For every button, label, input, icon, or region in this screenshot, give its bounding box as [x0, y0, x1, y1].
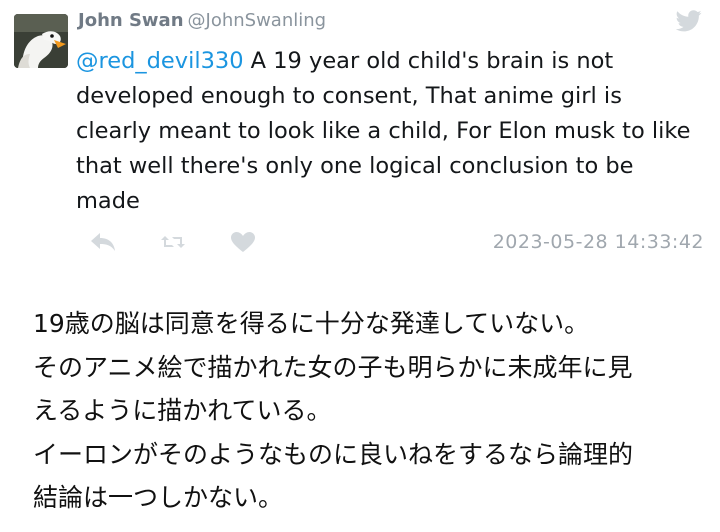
avatar[interactable]: [14, 14, 68, 68]
heart-icon: [231, 232, 255, 252]
swan-avatar-image: [14, 14, 68, 68]
user-handle[interactable]: @JohnSwanling: [188, 10, 327, 31]
reply-icon: [91, 233, 115, 251]
retweet-button[interactable]: [158, 229, 188, 255]
reply-button[interactable]: [88, 229, 118, 255]
translation-line: えるように描かれている。: [33, 396, 332, 425]
japanese-translation: 19歳の脳は同意を得るに十分な発達していない。 そのアニメ絵で描かれた女の子も明…: [33, 302, 713, 520]
translation-line: イーロンがそのようなものに良いねをするなら論理的: [33, 439, 634, 469]
twitter-bird-icon[interactable]: [675, 10, 702, 32]
tweet-header: John Swan @JohnSwanling: [78, 9, 326, 33]
retweet-icon: [161, 236, 185, 248]
translation-line: そのアニメ絵で描かれた女の子も明らかに未成年に見: [33, 352, 633, 382]
tweet-card: John Swan @JohnSwanling @red_devil330 A 1…: [0, 0, 720, 270]
tweet-timestamp[interactable]: 2023-05-28 14:33:42: [493, 231, 704, 253]
tweet-actions: [88, 228, 298, 256]
mention-link[interactable]: @red_devil330: [76, 48, 244, 74]
translation-line: 結論は一つしかない。: [33, 483, 284, 512]
like-button[interactable]: [228, 229, 258, 255]
translation-line: 19歳の脳は同意を得るに十分な発達していない。: [33, 309, 590, 338]
tweet-text: @red_devil330 A 19 year old child's brai…: [76, 44, 696, 219]
display-name[interactable]: John Swan: [78, 10, 184, 31]
